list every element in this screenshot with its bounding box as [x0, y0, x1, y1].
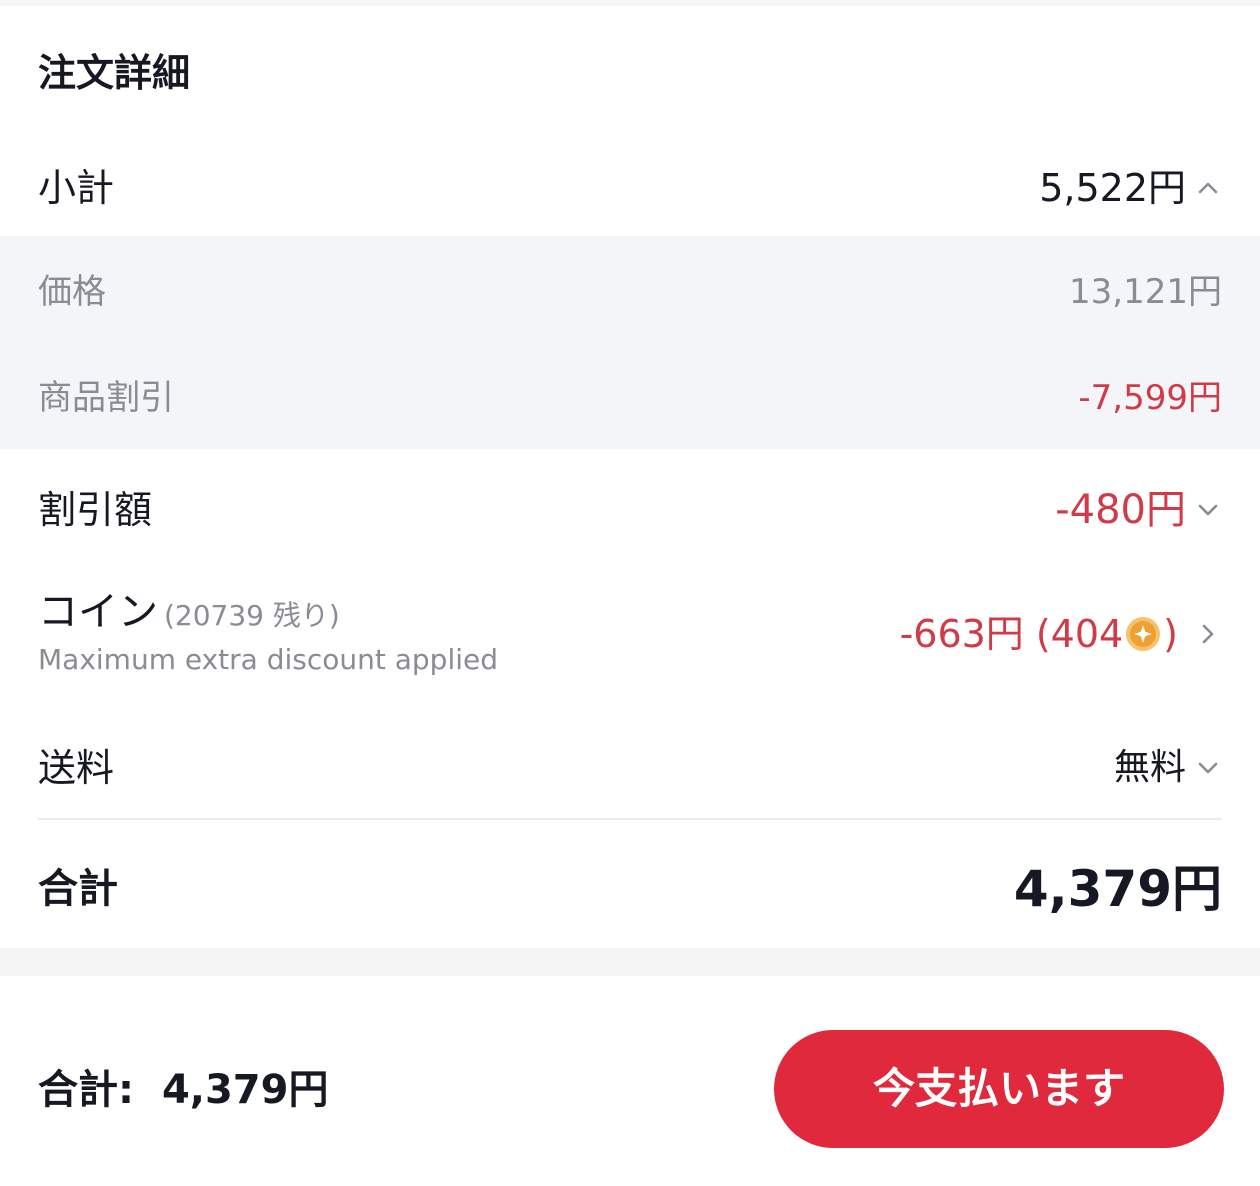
chevron-up-icon[interactable] [1194, 174, 1222, 202]
coin-icon [1125, 616, 1161, 652]
shipping-row[interactable]: 送料 無料 [0, 740, 1260, 796]
coin-row[interactable]: コイン (20739 残り) Maximum extra discount app… [0, 586, 1260, 686]
subtotal-value: 5,522円 [1039, 166, 1186, 210]
price-value: 13,121円 [1069, 272, 1222, 312]
coin-note: Maximum extra discount applied [38, 643, 499, 676]
price-row: 価格 13,121円 [0, 268, 1260, 316]
product-discount-row: 商品割引 -7,599円 [0, 374, 1260, 422]
coin-label: コイン [38, 589, 158, 635]
discount-value: -480円 [1055, 487, 1186, 533]
pay-now-button[interactable]: 今支払います [774, 1030, 1224, 1148]
subtotal-breakdown-panel: 価格 13,121円 商品割引 -7,599円 [0, 236, 1260, 449]
divider [38, 818, 1222, 820]
bottom-total: 合計: 4,379円 [38, 1062, 328, 1118]
chevron-down-icon[interactable] [1194, 496, 1222, 524]
subtotal-label: 小計 [38, 166, 115, 210]
discount-label: 割引額 [38, 488, 153, 532]
coin-title-line: コイン (20739 残り) [38, 586, 498, 642]
product-discount-label: 商品割引 [38, 378, 174, 418]
discount-row[interactable]: 割引額 -480円 [0, 482, 1260, 538]
product-discount-value: -7,599円 [1078, 378, 1222, 418]
coin-value: -663円 [899, 612, 1024, 656]
price-label: 価格 [38, 272, 106, 312]
chevron-down-icon[interactable] [1194, 754, 1222, 782]
coin-remaining: (20739 残り) [164, 599, 340, 632]
coin-label-group: コイン (20739 残り) Maximum extra discount app… [38, 586, 498, 678]
subtotal-value-group[interactable]: 5,522円 [1039, 160, 1222, 216]
shipping-value-group[interactable]: 無料 [1114, 740, 1222, 796]
subtotal-row[interactable]: 小計 5,522円 [0, 160, 1260, 216]
chevron-right-icon[interactable] [1194, 620, 1222, 648]
order-summary-page: 注文詳細 小計 5,522円 価格 13,121円 商品割引 -7,599円 割… [0, 0, 1260, 1186]
bottom-total-value: 4,379円 [161, 1067, 329, 1113]
discount-value-group[interactable]: -480円 [1055, 482, 1222, 538]
order-details-title: 注文詳細 [38, 51, 191, 95]
shipping-value: 無料 [1113, 747, 1186, 788]
order-details-card: 注文詳細 小計 5,522円 価格 13,121円 商品割引 -7,599円 割… [0, 6, 1260, 948]
coin-amount-open: (404 [1035, 612, 1124, 656]
coin-amount-close: ) [1163, 612, 1178, 656]
shipping-label: 送料 [38, 746, 115, 790]
total-value: 4,379円 [1013, 860, 1222, 918]
checkout-bar: 合計: 4,379円 今支払います [0, 976, 1260, 1186]
total-label: 合計 [38, 866, 118, 912]
total-row: 合計 4,379円 [0, 856, 1260, 922]
coin-value-group[interactable]: -663円 (404 ) [900, 608, 1222, 660]
bottom-total-label: 合計: [38, 1067, 134, 1113]
